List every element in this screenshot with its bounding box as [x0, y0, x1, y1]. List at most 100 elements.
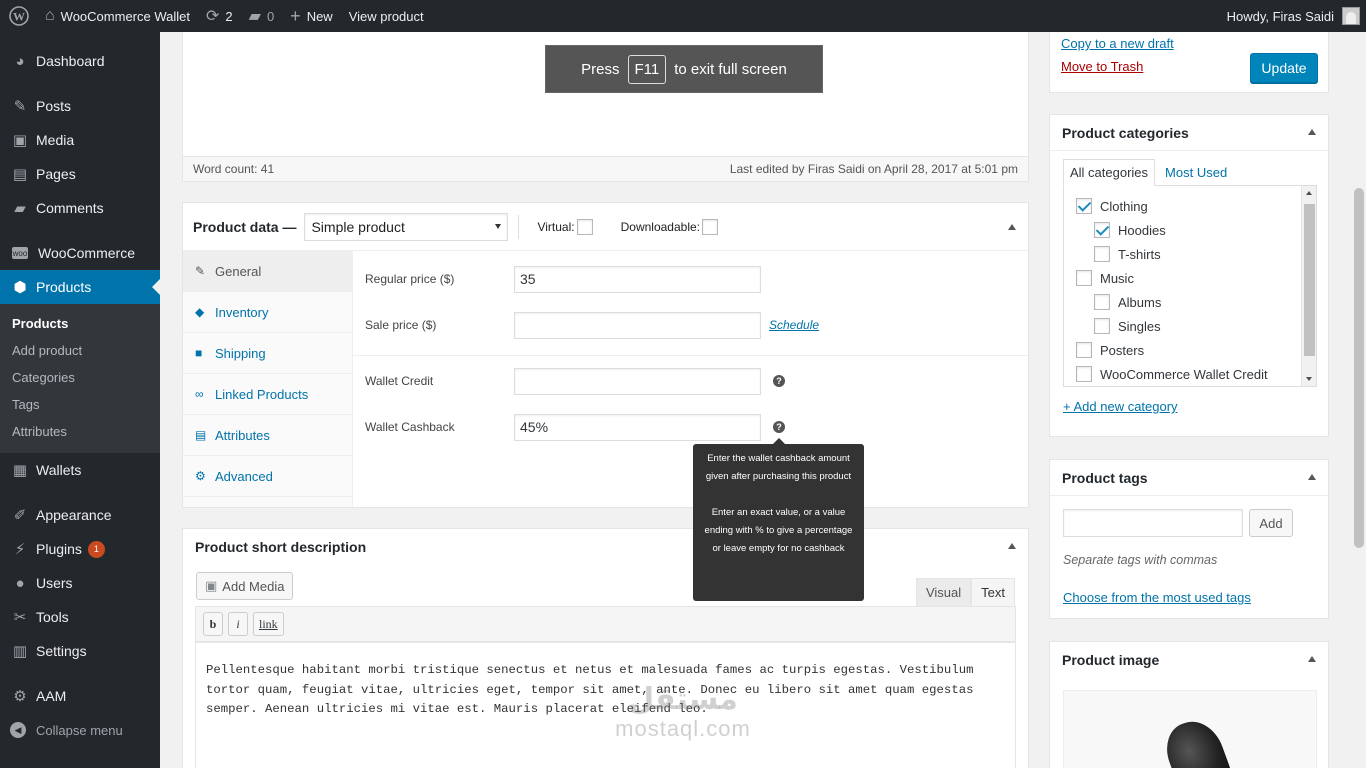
menu-wallets[interactable]: ▦ Wallets	[0, 453, 160, 487]
copy-to-draft-link[interactable]: Copy to a new draft	[1061, 36, 1174, 51]
category-scroll-thumb[interactable]	[1304, 204, 1315, 356]
move-to-trash-link[interactable]: Move to Trash	[1061, 59, 1143, 74]
menu-users[interactable]: ● Users	[0, 566, 160, 600]
category-checkbox[interactable]	[1076, 366, 1092, 382]
update-button[interactable]: Update	[1250, 53, 1318, 83]
category-checkbox[interactable]	[1076, 270, 1092, 286]
tab-attributes[interactable]: ▤ Attributes	[183, 415, 352, 456]
choose-most-used-tags-link[interactable]: Choose from the most used tags	[1063, 590, 1251, 605]
category-checkbox[interactable]	[1076, 342, 1092, 358]
submenu-products[interactable]: Products	[0, 310, 160, 337]
menu-plugins[interactable]: ⚡ Plugins 1	[0, 532, 160, 566]
categories-title: Product categories	[1062, 124, 1189, 141]
bold-button[interactable]: b	[203, 612, 223, 636]
scroll-up-arrow-icon[interactable]	[1306, 191, 1312, 195]
product-image-thumbnail[interactable]	[1063, 690, 1317, 768]
menu-dashboard[interactable]: ◕ Dashboard	[0, 44, 160, 78]
link-button[interactable]: link	[253, 612, 284, 636]
downloadable-option[interactable]: Downloadable:	[621, 218, 718, 235]
menu-settings[interactable]: ▥ Settings	[0, 634, 160, 668]
category-checkbox[interactable]	[1094, 246, 1110, 262]
collapse-toggle-icon[interactable]	[1308, 474, 1316, 480]
category-checkbox[interactable]	[1094, 222, 1110, 238]
category-item[interactable]: Hoodies	[1094, 218, 1166, 242]
virtual-option[interactable]: Virtual:	[537, 218, 593, 235]
tag-input[interactable]	[1063, 509, 1243, 537]
wallet-cashback-input[interactable]: 45%	[514, 413, 761, 441]
view-product-link[interactable]: View product	[341, 0, 432, 32]
comments-menu[interactable]: ▰ 0	[241, 0, 283, 32]
menu-tools[interactable]: ✂ Tools	[0, 600, 160, 634]
category-item[interactable]: Posters	[1076, 338, 1144, 362]
category-item[interactable]: Singles	[1094, 314, 1161, 338]
tab-most-used[interactable]: Most Used	[1159, 159, 1233, 186]
category-scrollbar[interactable]	[1301, 186, 1316, 386]
menu-posts[interactable]: ✎ Posts	[0, 89, 160, 123]
menu-appearance[interactable]: ✐ Appearance	[0, 498, 160, 532]
category-item[interactable]: Albums	[1094, 290, 1161, 314]
wp-logo-menu[interactable]: W	[0, 0, 37, 32]
add-tag-button[interactable]: Add	[1249, 509, 1293, 537]
category-item[interactable]: Clothing	[1076, 194, 1148, 218]
submenu-tags[interactable]: Tags	[0, 391, 160, 418]
tab-shipping[interactable]: ■ Shipping	[183, 333, 352, 374]
tab-inventory[interactable]: ◆ Inventory	[183, 292, 352, 333]
site-name-menu[interactable]: ⌂ WooCommerce Wallet	[37, 0, 198, 32]
product-image-header: Product image	[1050, 642, 1328, 678]
fs-key-cap: F11	[627, 54, 667, 84]
page-scroll-thumb[interactable]	[1354, 188, 1364, 548]
short-description-header: Product short description	[183, 529, 1028, 565]
fields-divider	[353, 355, 1028, 356]
collapse-toggle-icon[interactable]	[1008, 543, 1016, 549]
wallet-credit-input[interactable]	[514, 367, 761, 395]
menu-woocommerce[interactable]: woo WooCommerce	[0, 236, 160, 270]
wrench-icon: ✎	[195, 264, 206, 278]
my-account-menu[interactable]: Howdy, Firas Saidi	[1227, 0, 1360, 32]
submenu-attributes[interactable]: Attributes	[0, 418, 160, 445]
collapse-toggle-icon[interactable]	[1308, 656, 1316, 662]
category-item[interactable]: WooCommerce Wallet Credit	[1076, 362, 1268, 386]
updates-menu[interactable]: ⟳ 2	[198, 0, 241, 32]
scroll-down-arrow-icon[interactable]	[1306, 377, 1312, 381]
menu-products[interactable]: ⬢ Products	[0, 270, 160, 304]
add-media-button[interactable]: ▣ Add Media	[196, 572, 294, 600]
tab-visual[interactable]: Visual	[915, 578, 972, 606]
page-scrollbar[interactable]	[1352, 32, 1366, 768]
schedule-link[interactable]: Schedule	[769, 318, 819, 332]
new-content-menu[interactable]: + New	[282, 0, 341, 32]
tab-shipping-label: Shipping	[215, 345, 266, 361]
menu-media[interactable]: ▣ Media	[0, 123, 160, 157]
tab-all-categories[interactable]: All categories	[1063, 159, 1156, 186]
submenu-categories[interactable]: Categories	[0, 364, 160, 391]
submenu-add-product[interactable]: Add product	[0, 337, 160, 364]
svg-text:W: W	[13, 10, 25, 24]
regular-price-input[interactable]: 35	[514, 265, 761, 293]
category-checklist[interactable]: Clothing Hoodies T-shirts Music Albums S…	[1063, 185, 1317, 387]
collapse-toggle-icon[interactable]	[1308, 129, 1316, 135]
menu-comments[interactable]: ▰ Comments	[0, 191, 160, 225]
category-checkbox[interactable]	[1094, 318, 1110, 334]
tab-advanced[interactable]: ⚙ Advanced	[183, 456, 352, 497]
category-checkbox[interactable]	[1076, 198, 1092, 214]
short-description-textarea[interactable]: Pellentesque habitant morbi tristique se…	[195, 642, 1016, 768]
category-checkbox[interactable]	[1094, 294, 1110, 310]
menu-pages[interactable]: ▤ Pages	[0, 157, 160, 191]
product-type-select[interactable]: Simple product	[304, 212, 509, 241]
add-new-category-link[interactable]: + Add new category	[1063, 399, 1178, 414]
category-item[interactable]: T-shirts	[1094, 242, 1161, 266]
virtual-checkbox[interactable]	[576, 218, 593, 235]
collapse-menu-button[interactable]: ◀ Collapse menu	[0, 713, 160, 747]
tab-general[interactable]: ✎ General	[183, 251, 352, 292]
help-icon[interactable]: ?	[773, 375, 785, 387]
tab-linked-products[interactable]: ∞ Linked Products	[183, 374, 352, 415]
new-label: New	[306, 8, 333, 24]
comment-bubble-icon: ▰	[248, 8, 261, 25]
collapse-toggle-icon[interactable]	[1008, 224, 1016, 230]
menu-aam[interactable]: ⚙ AAM	[0, 679, 160, 713]
help-icon[interactable]: ?	[773, 421, 785, 433]
downloadable-checkbox[interactable]	[702, 218, 718, 235]
sale-price-input[interactable]	[514, 311, 761, 339]
tab-text[interactable]: Text	[971, 578, 1015, 606]
category-item[interactable]: Music	[1076, 266, 1134, 290]
italic-button[interactable]: i	[228, 612, 248, 636]
